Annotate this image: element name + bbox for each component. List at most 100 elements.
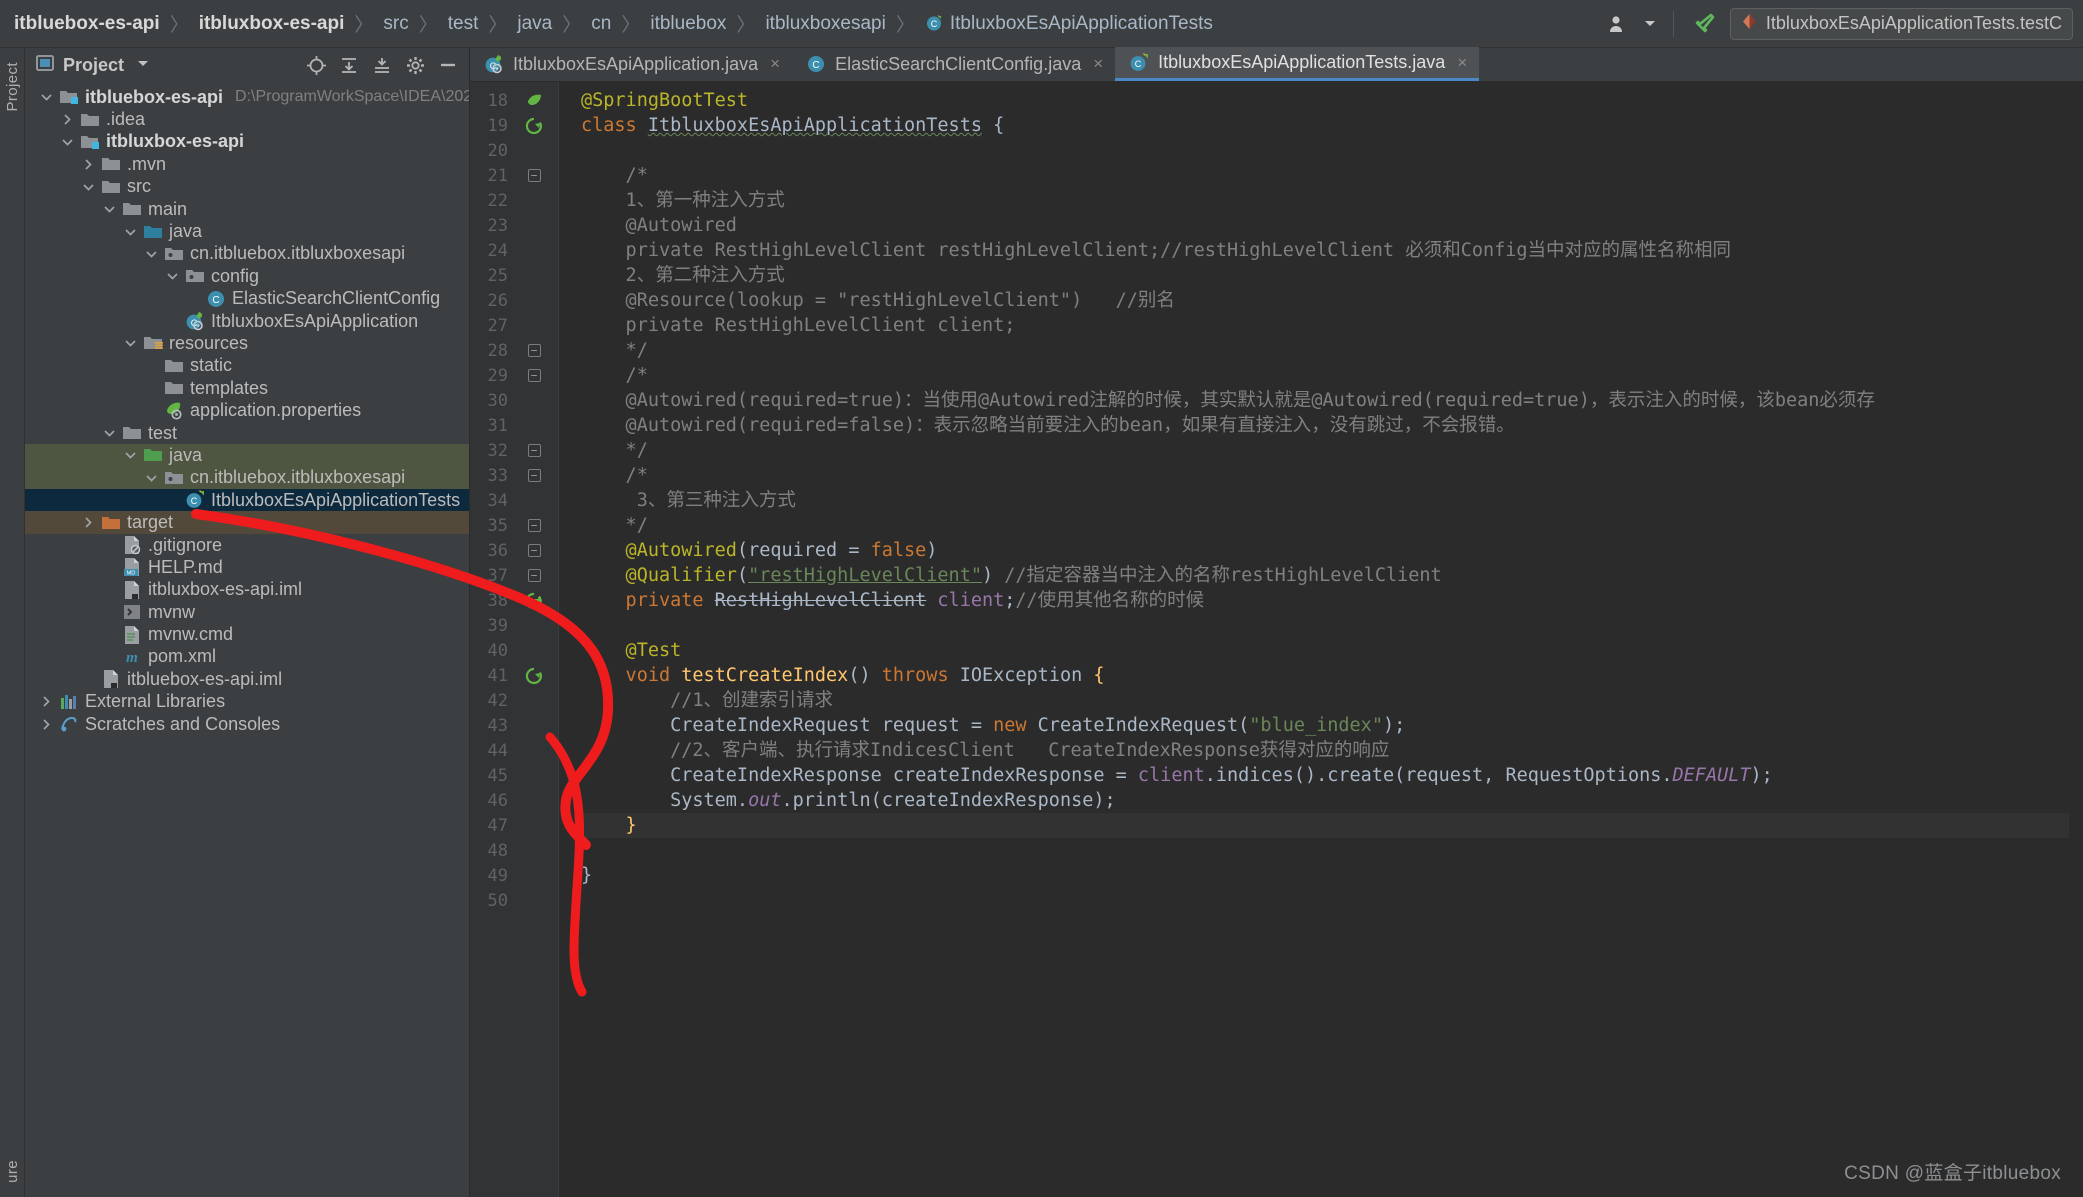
- code-line-30[interactable]: @Autowired(required=true)：当使用@Autowired注…: [581, 388, 2069, 413]
- gutter-line-48[interactable]: 48: [470, 838, 558, 863]
- fold-expand-icon[interactable]: −: [512, 344, 556, 357]
- code-line-20[interactable]: [581, 138, 2069, 163]
- tree-node-help-md[interactable]: MD HELP.md: [25, 556, 469, 578]
- gutter-line-43[interactable]: 43: [470, 713, 558, 738]
- breadcrumb-item-src[interactable]: src: [383, 13, 408, 35]
- chevron-right-icon[interactable]: [77, 158, 99, 171]
- project-tree[interactable]: itbluebox-es-api D:\ProgramWorkSpace\IDEA…: [25, 82, 469, 1197]
- code-line-39[interactable]: [581, 613, 2069, 638]
- code-line-37[interactable]: @Qualifier("restHighLevelClient") //指定容器…: [581, 563, 2069, 588]
- gutter-line-35[interactable]: 35−: [470, 513, 558, 538]
- gutter-line-33[interactable]: 33−: [470, 463, 558, 488]
- tree-node-itbluxbox-es-api[interactable]: itbluxbox-es-api: [25, 131, 469, 153]
- code-line-42[interactable]: //1、创建索引请求: [581, 688, 2069, 713]
- tree-node-pom-xml[interactable]: m pom.xml: [25, 646, 469, 668]
- code-line-50[interactable]: [581, 888, 2069, 913]
- chevron-right-icon[interactable]: [77, 516, 99, 529]
- close-icon[interactable]: ×: [1457, 53, 1467, 73]
- code-line-41[interactable]: void testCreateIndex() throws IOExceptio…: [581, 663, 2069, 688]
- tree-node-target[interactable]: target: [25, 511, 469, 534]
- code-line-28[interactable]: */: [581, 338, 2069, 363]
- fold-collapse-icon[interactable]: −: [512, 369, 556, 382]
- tree-node-external-libraries[interactable]: External Libraries: [25, 691, 469, 713]
- tree-node-mvn[interactable]: .mvn: [25, 153, 469, 175]
- gutter-line-27[interactable]: 27: [470, 313, 558, 338]
- fold-collapse-icon[interactable]: −: [512, 169, 556, 182]
- run-test-icon[interactable]: [512, 667, 556, 685]
- breadcrumb-item-itbluxbox-es-api[interactable]: itbluxbox-es-api: [199, 13, 345, 35]
- gutter-line-18[interactable]: 18: [470, 88, 558, 113]
- code-line-47[interactable]: }: [581, 813, 2069, 838]
- tree-node-application-properties[interactable]: application.properties: [25, 399, 469, 421]
- tree-node-gitignore[interactable]: .gitignore: [25, 534, 469, 556]
- gutter-line-37[interactable]: 37−: [470, 563, 558, 588]
- chevron-down-icon[interactable]: [140, 249, 162, 259]
- editor-gutter[interactable]: 18 19 20 21−22 23 24 25 26 27 28−29−30 31 32−33−34 3…: [470, 82, 558, 1197]
- tree-node-config-pkg[interactable]: config: [25, 265, 469, 287]
- gutter-line-44[interactable]: 44: [470, 738, 558, 763]
- gutter-line-21[interactable]: 21−: [470, 163, 558, 188]
- code-line-33[interactable]: /*: [581, 463, 2069, 488]
- chevron-down-icon[interactable]: [98, 428, 120, 438]
- breadcrumb-item-cn[interactable]: cn: [591, 13, 611, 35]
- code-line-26[interactable]: @Resource(lookup = "restHighLevelClient"…: [581, 288, 2069, 313]
- code-line-35[interactable]: */: [581, 513, 2069, 538]
- chevron-down-icon[interactable]: [98, 204, 120, 214]
- gutter-line-49[interactable]: 49: [470, 863, 558, 888]
- code-line-45[interactable]: CreateIndexResponse createIndexResponse …: [581, 763, 2069, 788]
- code-line-24[interactable]: private RestHighLevelClient restHighLeve…: [581, 238, 2069, 263]
- code-line-22[interactable]: 1、第一种注入方式: [581, 188, 2069, 213]
- gutter-line-20[interactable]: 20: [470, 138, 558, 163]
- expand-all-icon[interactable]: [338, 54, 360, 76]
- code-line-46[interactable]: System.out.println(createIndexResponse);: [581, 788, 2069, 813]
- tree-node-mvnw-cmd[interactable]: mvnw.cmd: [25, 623, 469, 645]
- code-line-32[interactable]: */: [581, 438, 2069, 463]
- tree-node-scratches-and-consoles[interactable]: Scratches and Consoles: [25, 713, 469, 735]
- fold-expand-icon[interactable]: −: [512, 569, 556, 582]
- tree-node-test-java[interactable]: java: [25, 444, 469, 467]
- chevron-down-icon[interactable]: [119, 338, 141, 348]
- breadcrumb-item-itbluxboxesapi[interactable]: itbluxboxesapi: [765, 13, 885, 35]
- hide-minus-icon[interactable]: [437, 54, 459, 76]
- code-line-44[interactable]: //2、客户端、执行请求IndicesClient CreateIndexRes…: [581, 738, 2069, 763]
- chevron-down-icon[interactable]: [119, 450, 141, 460]
- breadcrumb-item-test[interactable]: test: [448, 13, 479, 35]
- code-line-18[interactable]: @SpringBootTest: [581, 88, 2069, 113]
- locate-target-icon[interactable]: [305, 54, 327, 76]
- tree-node-itbluebox-es-api-root[interactable]: itbluebox-es-api D:\ProgramWorkSpace\IDEA…: [25, 86, 469, 108]
- editor-vertical-scrollbar[interactable]: [2069, 82, 2083, 1197]
- hammer-build-icon[interactable]: [1690, 9, 1720, 39]
- fold-expand-icon[interactable]: −: [512, 519, 556, 532]
- tool-strip-tab-project[interactable]: Project: [2, 56, 23, 118]
- run-configuration-selector[interactable]: ItbluxboxEsApiApplicationTests.testC: [1729, 7, 2073, 40]
- fold-expand-icon[interactable]: −: [512, 444, 556, 457]
- tree-node-static[interactable]: static: [25, 355, 469, 377]
- gutter-line-42[interactable]: 42: [470, 688, 558, 713]
- chevron-down-icon[interactable]: [119, 227, 141, 237]
- code-line-43[interactable]: CreateIndexRequest request = new CreateI…: [581, 713, 2069, 738]
- gutter-line-25[interactable]: 25: [470, 263, 558, 288]
- code-text[interactable]: @SpringBootTest class ItbluxboxEsApiAppli…: [558, 82, 2069, 1197]
- tool-strip-tab-structure[interactable]: ure: [2, 1154, 23, 1189]
- gutter-line-26[interactable]: 26: [470, 288, 558, 313]
- tree-node-test[interactable]: test: [25, 422, 469, 444]
- code-line-29[interactable]: /*: [581, 363, 2069, 388]
- tree-node-itbluxbox-es-api-iml[interactable]: itbluxbox-es-api.iml: [25, 579, 469, 601]
- gutter-line-24[interactable]: 24: [470, 238, 558, 263]
- gutter-line-41[interactable]: 41: [470, 663, 558, 688]
- gutter-line-50[interactable]: 50: [470, 888, 558, 913]
- collapse-all-icon[interactable]: [371, 54, 393, 76]
- run-test-icon[interactable]: [512, 117, 556, 135]
- editor-tab-app[interactable]: C ItbluxboxEsApiApplication.java ×: [470, 47, 792, 81]
- code-line-19[interactable]: class ItbluxboxEsApiApplicationTests {: [581, 113, 2069, 138]
- tree-node-templates[interactable]: templates: [25, 377, 469, 399]
- code-line-23[interactable]: @Autowired: [581, 213, 2069, 238]
- chevron-down-icon[interactable]: [161, 271, 183, 281]
- breadcrumb-item-itbluebox-es-api[interactable]: itbluebox-es-api: [14, 13, 160, 35]
- fold-collapse-icon[interactable]: −: [512, 469, 556, 482]
- chevron-down-icon[interactable]: [56, 137, 78, 147]
- gutter-line-45[interactable]: 45: [470, 763, 558, 788]
- tree-node-itbluxboxesapiapplication[interactable]: C ItbluxboxEsApiApplication: [25, 310, 469, 332]
- fold-collapse-icon[interactable]: −: [512, 544, 556, 557]
- gutter-line-22[interactable]: 22: [470, 188, 558, 213]
